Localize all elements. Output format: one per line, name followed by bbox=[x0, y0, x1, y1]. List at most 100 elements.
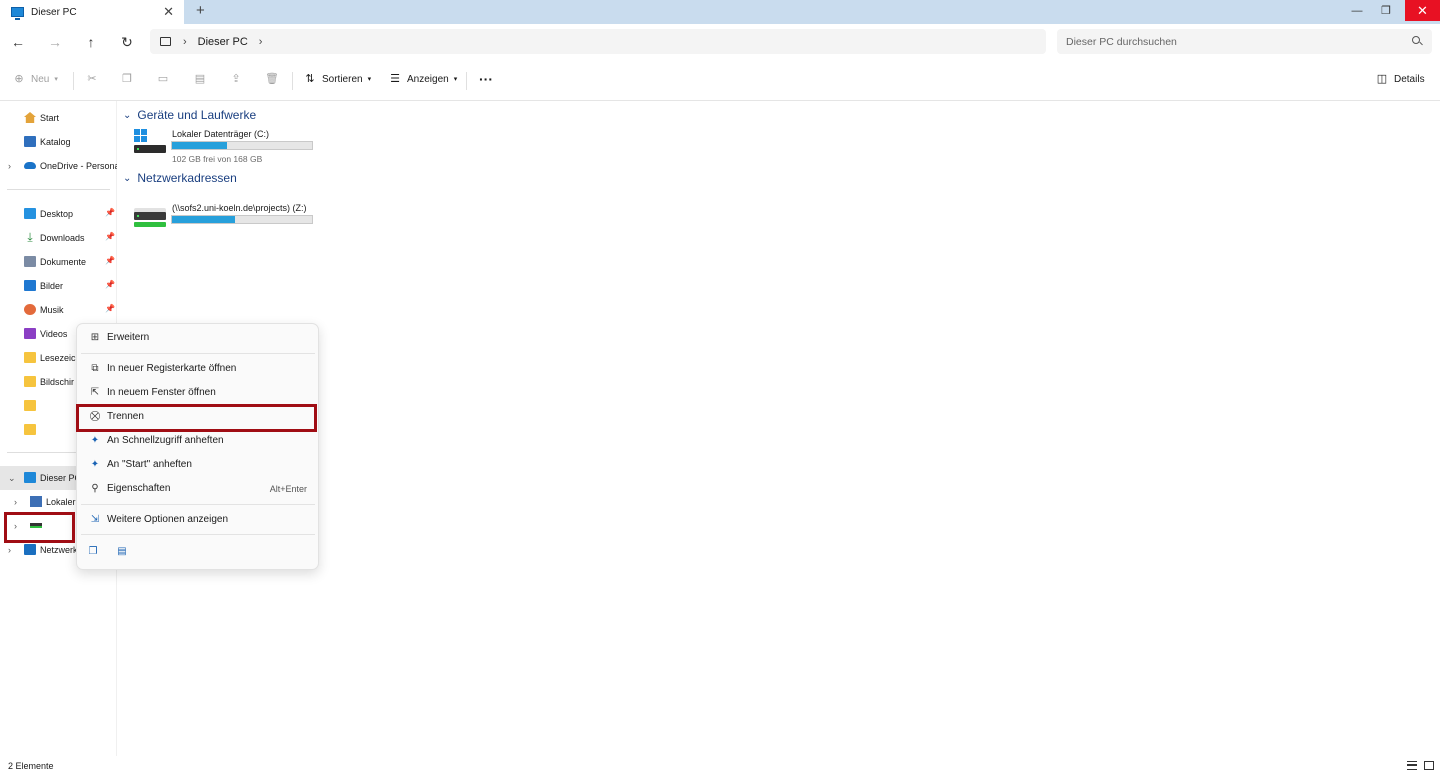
sidebar-item-bilder[interactable]: Bilder 📌 bbox=[0, 274, 117, 298]
up-button[interactable]: ↑ bbox=[81, 33, 101, 51]
menu-item-eigenschaften[interactable]: ⚲ Eigenschaften Alt+Enter bbox=[81, 478, 315, 500]
sidebar-item-label: Musik bbox=[40, 305, 64, 315]
copy-icon[interactable]: ❐ bbox=[86, 546, 100, 559]
share-button[interactable]: ⇪ bbox=[230, 73, 248, 85]
disconnect-icon: ⛒ bbox=[89, 411, 101, 422]
more-options-button[interactable]: ··· bbox=[479, 71, 493, 87]
menu-item-erweitern[interactable]: ⊞ Erweitern bbox=[81, 327, 315, 349]
chevron-down-icon: ▾ bbox=[367, 76, 372, 83]
sidebar-item-desktop[interactable]: Desktop 📌 bbox=[0, 202, 117, 226]
item-count: 2 Elemente bbox=[8, 761, 54, 771]
scissors-icon: ✂ bbox=[87, 73, 97, 85]
sidebar-divider bbox=[7, 189, 110, 190]
drive-usage-fill bbox=[172, 142, 227, 149]
expand-icon: ⊞ bbox=[90, 332, 100, 343]
chevron-down-icon[interactable]: ⌄ bbox=[8, 473, 16, 484]
section-network-header[interactable]: ⌄ Netzwerkadressen bbox=[123, 171, 237, 185]
local-disk-icon bbox=[30, 496, 42, 507]
chevron-right-icon[interactable]: › bbox=[14, 521, 17, 531]
chevron-down-icon: ⌄ bbox=[123, 172, 132, 184]
sidebar-item-katalog[interactable]: Katalog bbox=[0, 130, 117, 154]
section-title: Geräte und Laufwerke bbox=[137, 108, 257, 122]
context-menu: ⊞ Erweitern ⧉ In neuer Registerkarte öff… bbox=[76, 323, 319, 570]
more-options-icon: ⇲ bbox=[90, 514, 100, 525]
address-bar[interactable]: › Dieser PC › bbox=[150, 29, 1046, 54]
network-drive-icon bbox=[134, 208, 166, 227]
folder-icon bbox=[24, 424, 36, 435]
menu-item-pin-quick-access[interactable]: ✦ An Schnellzugriff anheften bbox=[81, 430, 315, 452]
pin-icon: 📌 bbox=[105, 256, 115, 265]
pin-icon: 📌 bbox=[105, 304, 115, 313]
menu-item-label: Trennen bbox=[107, 411, 144, 422]
delete-button[interactable]: 🗑 bbox=[265, 73, 283, 85]
details-view-icon[interactable] bbox=[1407, 761, 1417, 770]
tab-close-button[interactable]: ✕ bbox=[163, 4, 174, 20]
menu-item-label: Weitere Optionen anzeigen bbox=[107, 514, 229, 525]
sidebar-item-onedrive[interactable]: › OneDrive - Persona bbox=[0, 154, 117, 178]
back-button[interactable]: ← bbox=[8, 33, 28, 51]
menu-item-open-new-window[interactable]: ⇱ In neuem Fenster öffnen bbox=[81, 382, 315, 404]
tiles-view-icon[interactable] bbox=[1424, 761, 1434, 770]
view-label: Anzeigen bbox=[407, 73, 449, 85]
monitor-icon bbox=[160, 37, 171, 46]
pin-icon: 📌 bbox=[105, 208, 115, 217]
gallery-icon bbox=[24, 136, 36, 147]
menu-item-label: An Schnellzugriff anheften bbox=[107, 435, 224, 446]
tab-dieser-pc[interactable]: Dieser PC ✕ bbox=[0, 0, 184, 24]
menu-item-shortcut: Alt+Enter bbox=[269, 484, 307, 494]
sort-icon: ⇅ bbox=[305, 73, 315, 85]
menu-item-label: Erweitern bbox=[107, 332, 150, 343]
rename-icon[interactable]: ▤ bbox=[115, 546, 129, 559]
chevron-down-icon: ⌄ bbox=[123, 109, 132, 121]
view-button[interactable]: ☰ Anzeigen ▾ bbox=[389, 73, 457, 85]
trash-icon: 🗑 bbox=[265, 73, 279, 85]
chevron-right-icon[interactable]: › bbox=[14, 497, 17, 507]
menu-item-pin-start[interactable]: ✦ An "Start" anheften bbox=[81, 454, 315, 476]
search-input[interactable]: Dieser PC durchsuchen bbox=[1057, 29, 1432, 54]
drive-c[interactable]: Lokaler Datenträger (C:) 102 GB frei von… bbox=[133, 129, 318, 169]
network-icon bbox=[24, 544, 36, 555]
sidebar-item-label: Desktop bbox=[40, 209, 74, 219]
sidebar-item-label: Start bbox=[40, 113, 60, 123]
new-label: Neu bbox=[31, 73, 50, 85]
refresh-button[interactable]: ↻ bbox=[117, 33, 137, 51]
chevron-right-icon[interactable]: › bbox=[259, 36, 263, 48]
new-tab-icon: ⧉ bbox=[91, 363, 99, 374]
pin-icon: ✦ bbox=[90, 459, 100, 470]
pin-icon: 📌 bbox=[105, 280, 115, 289]
pc-icon bbox=[24, 472, 36, 483]
new-tab-button[interactable]: + bbox=[196, 2, 205, 19]
menu-separator bbox=[81, 353, 315, 354]
chevron-right-icon[interactable]: › bbox=[8, 545, 11, 555]
sidebar-item-musik[interactable]: Musik 📌 bbox=[0, 298, 117, 322]
chevron-right-icon: › bbox=[183, 35, 187, 48]
breadcrumb-dieser-pc[interactable]: Dieser PC bbox=[198, 36, 248, 48]
close-button[interactable]: ✕ bbox=[1405, 0, 1440, 21]
paste-button[interactable]: ▭ bbox=[157, 73, 175, 85]
chevron-right-icon[interactable]: › bbox=[8, 161, 11, 171]
menu-item-more-options[interactable]: ⇲ Weitere Optionen anzeigen bbox=[81, 509, 315, 531]
sidebar-item-start[interactable]: Start bbox=[0, 106, 117, 130]
drive-free-space: 102 GB frei von 168 GB bbox=[172, 154, 263, 164]
copy-button[interactable]: ❐ bbox=[121, 73, 139, 85]
menu-item-open-new-tab[interactable]: ⧉ In neuer Registerkarte öffnen bbox=[81, 358, 315, 380]
network-drive-icon bbox=[30, 523, 42, 528]
download-icon: ⤓ bbox=[27, 230, 33, 244]
drive-name: (\\sofs2.uni-koeln.de\projects) (Z:) bbox=[172, 203, 307, 213]
minimize-button[interactable]: — bbox=[1341, 0, 1373, 21]
cut-button[interactable]: ✂ bbox=[86, 73, 104, 85]
hard-drive-icon bbox=[134, 145, 166, 153]
section-devices-header[interactable]: ⌄ Geräte und Laufwerke bbox=[123, 108, 256, 122]
home-icon bbox=[24, 112, 36, 123]
maximize-button[interactable]: ❐ bbox=[1370, 0, 1402, 21]
forward-button[interactable]: → bbox=[45, 33, 65, 51]
menu-item-trennen[interactable]: ⛒ Trennen bbox=[81, 406, 315, 428]
rename-button[interactable]: ▤ bbox=[194, 73, 212, 85]
sidebar-item-downloads[interactable]: ⤓ Downloads 📌 bbox=[0, 226, 117, 250]
search-icon bbox=[1412, 36, 1420, 44]
details-button[interactable]: ◫ Details bbox=[1376, 73, 1425, 85]
sidebar-item-dokumente[interactable]: Dokumente 📌 bbox=[0, 250, 117, 274]
sort-button[interactable]: ⇅ Sortieren ▾ bbox=[304, 73, 371, 85]
drive-z[interactable]: (\\sofs2.uni-koeln.de\projects) (Z:) bbox=[133, 203, 318, 243]
new-button[interactable]: ⊕ Neu ▾ bbox=[13, 73, 57, 85]
